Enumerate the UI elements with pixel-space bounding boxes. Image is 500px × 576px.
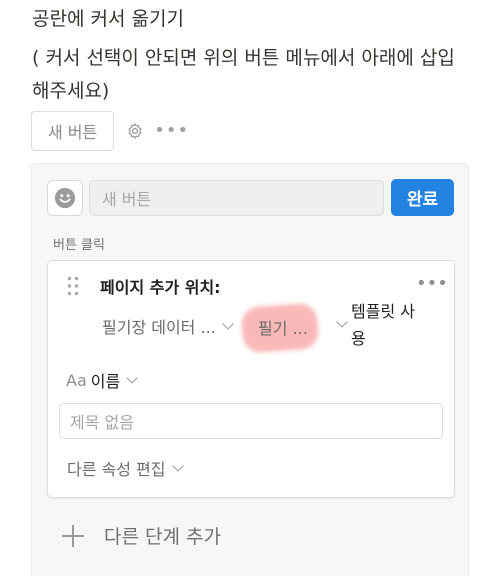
button-editor-panel: 새 버튼 완료 버튼 클릭 페이지 추가 위치: ••• 필기장 데이터 ...… [31,163,469,576]
action-title: 페이지 추가 위치: [100,278,221,297]
chevron-down-icon [336,316,348,328]
edit-other-properties[interactable]: 다른 속성 편집 [67,456,184,480]
instruction-line-2: ( 커서 선택이 안되면 위의 버튼 메뉴에서 아래에 삽입해주세요) [32,47,455,102]
chevron-down-icon [222,318,234,330]
edit-other-properties-label: 다른 속성 편집 [67,460,166,479]
property-name-row[interactable]: Aa 이름 [66,368,138,392]
add-step-label: 다른 단계 추가 [104,526,221,548]
chevron-down-icon [126,372,138,384]
drag-handle-icon[interactable] [66,275,80,297]
text-property-icon: Aa [66,370,87,390]
trigger-label: 버튼 클릭 [53,238,105,253]
page-select[interactable]: 필기 ... [240,302,348,354]
new-button-block[interactable]: 새 버튼 [31,111,115,151]
more-options-icon[interactable]: ••• [154,122,189,140]
database-select[interactable]: 필기장 데이터 ... [102,314,234,338]
smiley-icon [54,187,76,209]
instruction-line-1: 공란에 커서 옮기기 [32,8,184,30]
gear-icon[interactable] [126,122,144,140]
emoji-picker-button[interactable] [47,180,83,216]
action-more-icon[interactable]: ••• [416,275,448,293]
button-name-input[interactable]: 새 버튼 [89,180,384,216]
database-select-label: 필기장 데이터 ... [102,318,216,337]
property-name-label: 이름 [90,372,121,391]
button-block-row: 새 버튼 ••• [31,111,189,151]
action-card: 페이지 추가 위치: ••• 필기장 데이터 ... 필기 ... 템플릿 사용… [47,260,455,498]
done-button[interactable]: 완료 [391,179,454,216]
add-step-button[interactable]: 다른 단계 추가 [62,522,221,549]
plus-icon [62,524,84,547]
page-select-label: 필기 ... [258,319,308,338]
title-value-input[interactable]: 제목 없음 [59,403,443,439]
template-option[interactable]: 템플릿 사용 [351,298,417,352]
chevron-down-icon [171,460,184,472]
